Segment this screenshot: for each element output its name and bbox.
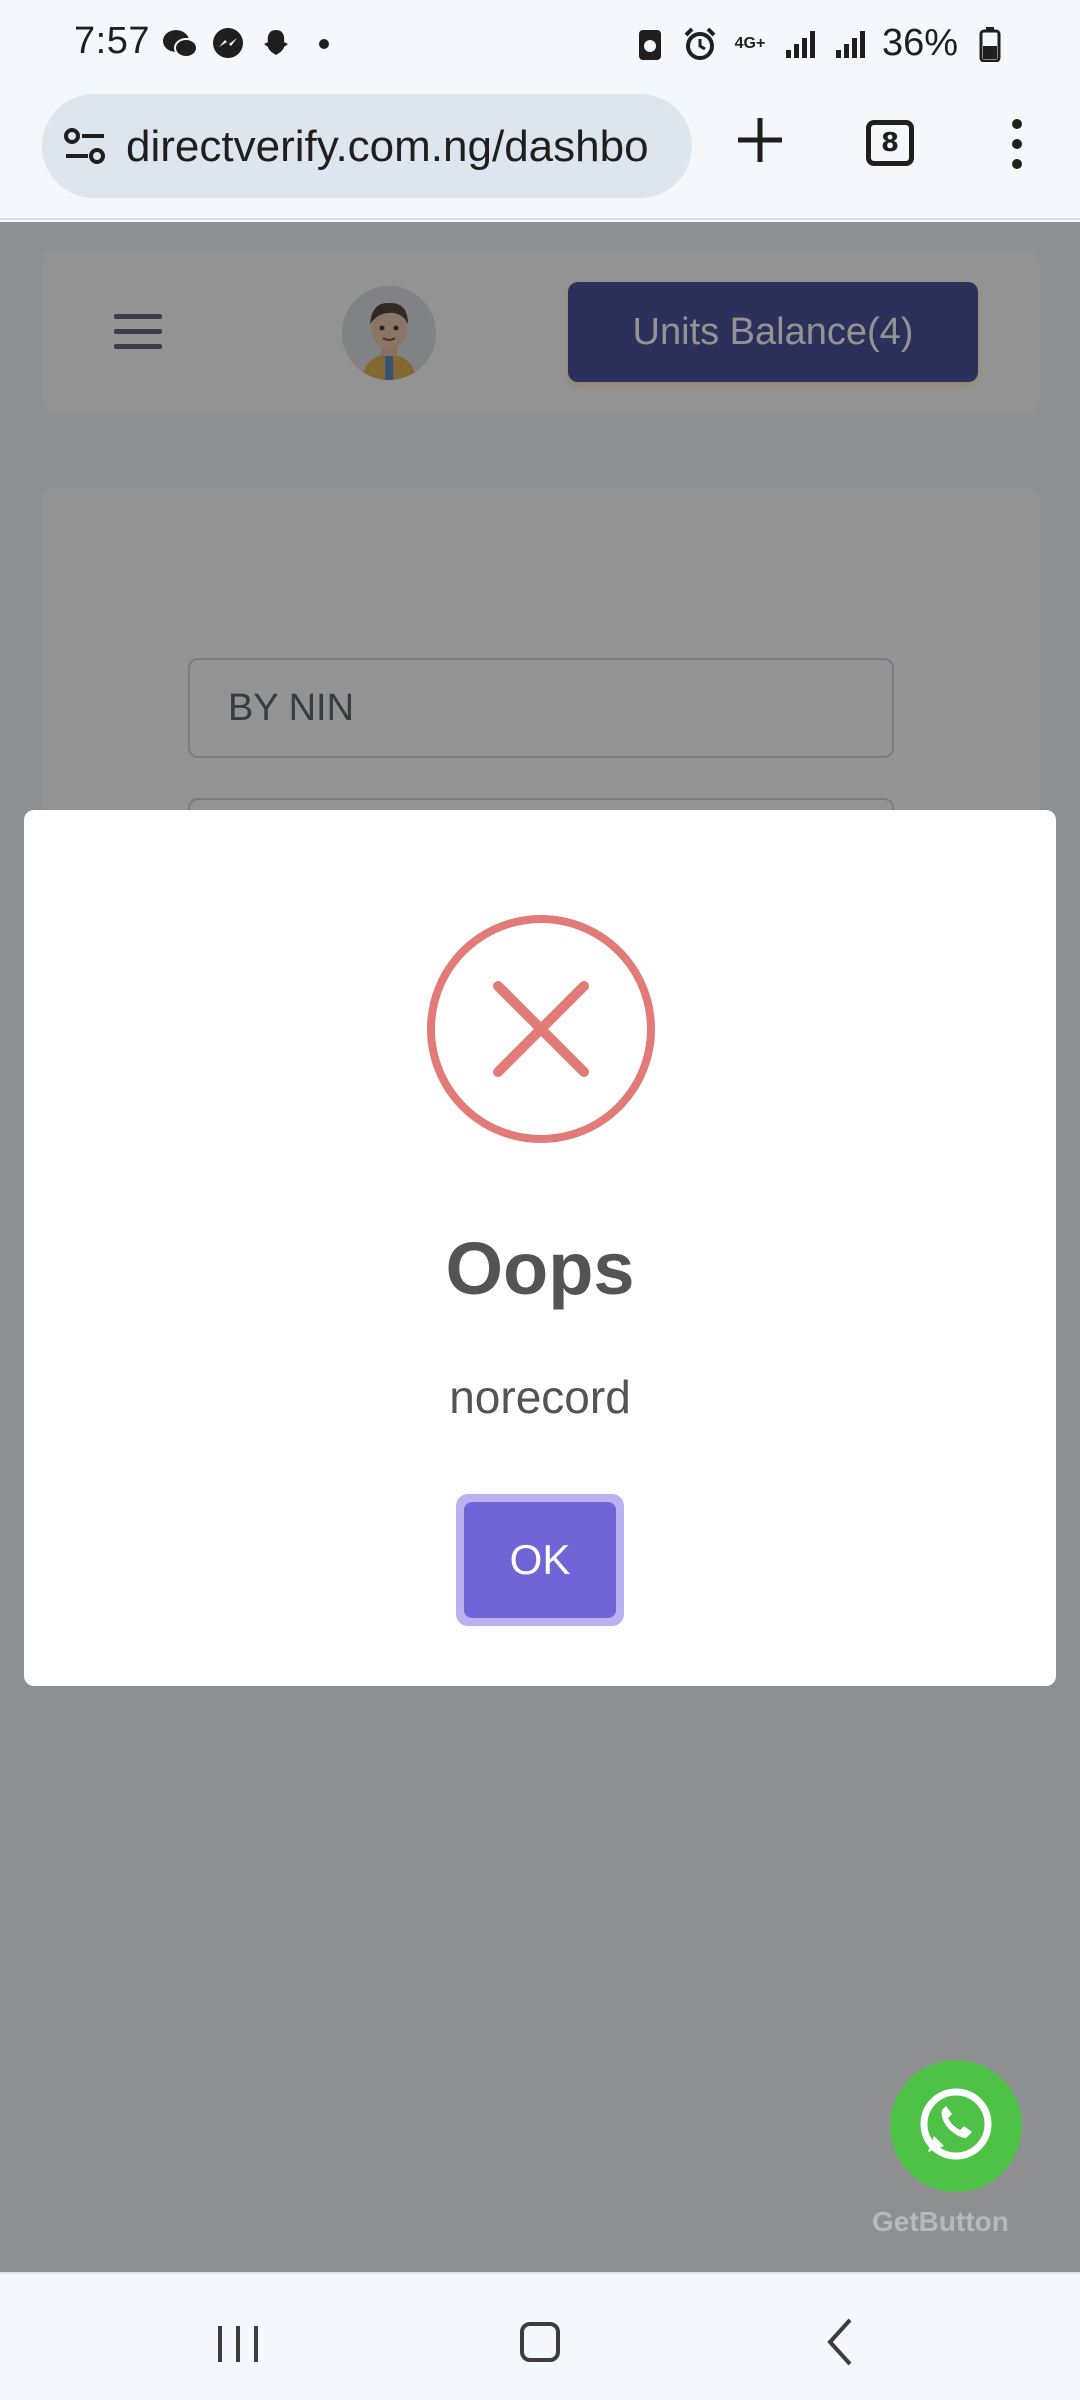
messenger-icon — [210, 26, 246, 62]
dialog-message: norecord — [449, 1371, 631, 1423]
alarm-icon — [682, 26, 718, 62]
whatsapp-button[interactable] — [890, 2060, 1022, 2192]
error-x-icon — [426, 914, 656, 1144]
getbutton-label[interactable]: GetButton — [872, 2206, 1009, 2238]
system-navigation-bar — [0, 2272, 1080, 2400]
notification-icons — [162, 26, 342, 62]
recent-apps-icon[interactable] — [214, 2324, 262, 2364]
new-tab-icon[interactable] — [730, 110, 790, 170]
error-dialog: Oops norecord OK — [24, 810, 1056, 1686]
signal-icon — [782, 26, 818, 62]
wechat-icon — [162, 26, 198, 62]
network-type-icon: 4G+ — [734, 34, 766, 52]
snapchat-icon — [258, 26, 294, 62]
back-icon[interactable] — [820, 2316, 860, 2368]
tab-switcher-button[interactable]: 8 — [866, 120, 914, 166]
battery-icon — [972, 26, 1008, 62]
status-bar: 7:57 4G+ 36% — [0, 0, 1080, 88]
address-bar[interactable]: directverify.com.ng/dashbo — [42, 94, 692, 198]
site-settings-icon[interactable] — [64, 126, 106, 166]
battery-percent: 36% — [881, 22, 958, 64]
status-time: 7:57 — [74, 20, 150, 62]
home-icon[interactable] — [520, 2322, 560, 2362]
dot-icon — [306, 26, 342, 62]
more-menu-icon[interactable] — [1000, 116, 1034, 172]
signal-icon-2 — [832, 26, 868, 62]
ok-button-focus-ring: OK — [456, 1494, 624, 1626]
browser-toolbar: directverify.com.ng/dashbo 8 — [0, 88, 1080, 220]
data-saver-icon — [632, 26, 668, 62]
dialog-title: Oops — [445, 1227, 635, 1310]
status-right: 4G+ 36% — [632, 22, 1008, 65]
ok-button[interactable]: OK — [464, 1502, 616, 1618]
url-text[interactable]: directverify.com.ng/dashbo — [126, 122, 686, 172]
whatsapp-icon — [920, 2088, 992, 2160]
